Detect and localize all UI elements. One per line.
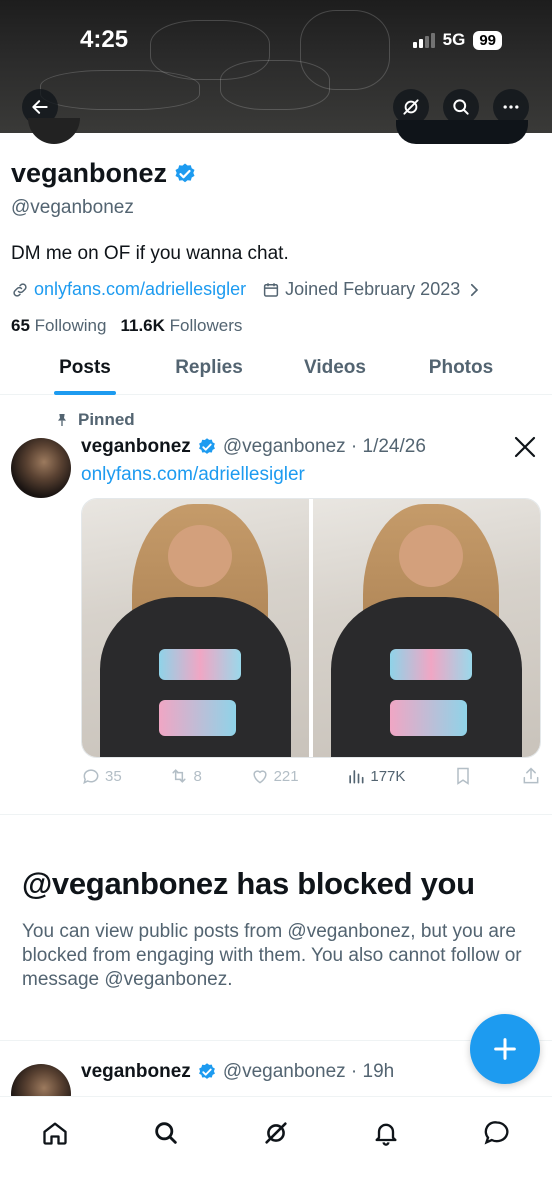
profile-meta: onlyfans.com/adriellesigler Joined Febru… <box>11 279 541 300</box>
profile-website-link[interactable]: onlyfans.com/adriellesigler <box>34 279 246 300</box>
post-photo-1[interactable] <box>82 499 309 757</box>
network-label: 5G <box>442 30 466 49</box>
post-actions: 35 8 221 177K <box>81 766 541 786</box>
nav-search[interactable] <box>146 1113 186 1153</box>
views-button[interactable]: 177K <box>346 766 405 786</box>
tab-videos[interactable]: Videos <box>272 342 398 394</box>
profile-bio: DM me on OF if you wanna chat. <box>11 243 289 264</box>
following-count[interactable]: 65 Following <box>11 316 106 336</box>
back-arrow-icon <box>32 100 48 114</box>
repost-icon <box>172 769 187 783</box>
post-media[interactable] <box>81 498 541 758</box>
blocked-text: You can view public posts from @veganbon… <box>22 921 522 990</box>
post-avatar[interactable] <box>11 438 71 498</box>
like-count: 221 <box>273 767 299 785</box>
reply-count: 35 <box>105 767 122 785</box>
post-divider <box>0 814 552 815</box>
compose-button[interactable] <box>470 1014 540 1084</box>
plus-icon <box>494 1038 516 1060</box>
tab-replies[interactable]: Replies <box>146 342 272 394</box>
nav-messages[interactable] <box>477 1113 517 1153</box>
nav-grok[interactable] <box>256 1113 296 1153</box>
search-icon <box>453 99 469 115</box>
like-icon <box>252 770 267 784</box>
profile-website[interactable]: onlyfans.com/adriellesigler <box>11 279 246 300</box>
post-photo-2[interactable] <box>313 499 540 757</box>
profile-display-name: veganbonez <box>11 158 541 189</box>
bookmark-button[interactable] <box>453 766 473 786</box>
chevron-right-icon[interactable] <box>465 281 483 299</box>
signal-icon <box>412 32 435 48</box>
profile-action-button[interactable] <box>396 120 528 144</box>
views-count: 177K <box>370 767 406 785</box>
calendar-icon <box>263 282 279 297</box>
battery-level: 99 <box>473 30 502 50</box>
post-author-name[interactable]: veganbonez <box>81 1061 191 1083</box>
verified-icon <box>198 1063 215 1079</box>
nav-notifications[interactable] <box>366 1113 406 1153</box>
views-icon <box>349 770 364 784</box>
pinned-label: Pinned <box>78 410 135 429</box>
notifications-icon <box>375 1123 397 1146</box>
profile-handle: @veganbonez <box>11 197 134 218</box>
verified-icon <box>198 438 215 454</box>
bookmark-icon <box>457 767 469 785</box>
blocked-title: @veganbonez has blocked you <box>22 866 475 901</box>
display-name-text: veganbonez <box>11 158 168 188</box>
nav-home[interactable] <box>35 1113 75 1153</box>
tab-photos[interactable]: Photos <box>398 342 524 394</box>
post-handle-time: @veganbonez · 19h <box>222 1061 395 1082</box>
repost-button[interactable]: 8 <box>169 766 202 786</box>
messages-icon <box>484 1121 509 1145</box>
profile-joined: Joined February 2023 <box>262 279 483 300</box>
post-link[interactable]: onlyfans.com/adriellesigler <box>81 464 305 486</box>
reply-icon <box>83 769 99 785</box>
pin-icon <box>58 414 66 426</box>
share-icon <box>523 767 539 784</box>
status-time: 4:25 <box>80 26 129 53</box>
joined-text: Joined February 2023 <box>285 279 461 299</box>
verified-icon <box>175 163 195 182</box>
post-divider <box>0 1040 552 1041</box>
reply-button[interactable]: 35 <box>81 766 122 786</box>
like-button[interactable]: 221 <box>250 766 299 786</box>
profile-tabs: Posts Replies Videos Photos <box>0 342 552 395</box>
grok-icon <box>403 99 419 115</box>
status-indicators: 5G 99 <box>412 30 502 50</box>
x-logo-icon <box>514 436 536 458</box>
pinned-indicator: Pinned <box>54 410 135 430</box>
link-icon <box>13 282 27 297</box>
bottom-nav <box>0 1096 552 1200</box>
home-icon <box>43 1122 67 1145</box>
share-button[interactable] <box>521 766 541 786</box>
post-header: veganbonez @veganbonez · 19h <box>81 1061 394 1083</box>
post-handle-date: @veganbonez · 1/24/26 <box>222 436 426 457</box>
profile-avatar[interactable] <box>28 118 80 144</box>
followers-count[interactable]: 11.6K Followers <box>120 316 242 336</box>
post-author-name[interactable]: veganbonez <box>81 436 191 458</box>
post-header: veganbonez @veganbonez · 1/24/26 <box>81 436 426 458</box>
follow-counts: 65 Following 11.6K Followers <box>11 316 541 336</box>
grok-icon <box>265 1122 287 1144</box>
repost-count: 8 <box>193 767 202 785</box>
tab-posts[interactable]: Posts <box>24 342 146 395</box>
blocked-notice: @veganbonez has blocked you You can view… <box>22 866 522 992</box>
search-icon <box>154 1122 177 1144</box>
more-icon <box>503 105 519 109</box>
profile-info: veganbonez @veganbonez DM me on OF if yo… <box>11 158 541 336</box>
